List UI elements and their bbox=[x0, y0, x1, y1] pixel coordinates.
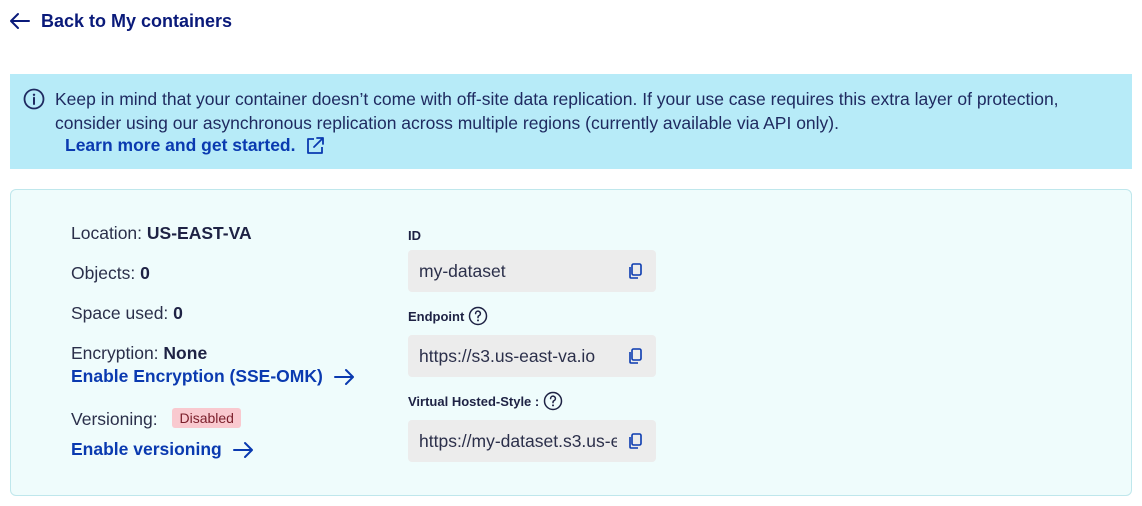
back-link-label: Back to My containers bbox=[41, 10, 233, 31]
enable-encryption-label: Enable Encryption (SSE-OMK) bbox=[71, 366, 323, 386]
id-field-label: ID bbox=[408, 228, 421, 243]
versioning-row: Versioning: Disabled bbox=[71, 408, 241, 430]
id-field: my-dataset bbox=[408, 250, 656, 292]
learn-more-link[interactable]: Learn more and get started. bbox=[65, 135, 325, 156]
info-icon bbox=[23, 88, 45, 110]
enable-versioning-label: Enable versioning bbox=[71, 439, 222, 459]
learn-more-label: Learn more and get started. bbox=[65, 135, 296, 155]
virtual-hosted-field-label: Virtual Hosted-Style : bbox=[408, 391, 563, 411]
endpoint-field-label: Endpoint bbox=[408, 306, 488, 326]
arrow-right-icon bbox=[333, 368, 354, 385]
help-icon[interactable] bbox=[468, 306, 488, 326]
versioning-label: Versioning: bbox=[71, 409, 158, 429]
enable-versioning-link[interactable]: Enable versioning bbox=[71, 439, 254, 460]
location-label: Location: bbox=[71, 223, 143, 243]
arrow-left-icon bbox=[10, 13, 30, 29]
container-details-card: Location: US-EAST-VA Objects: 0 Space us… bbox=[10, 189, 1132, 496]
replication-info-banner: Keep in mind that your container doesn’t… bbox=[10, 74, 1132, 169]
space-used-label: Space used: bbox=[71, 303, 169, 323]
copy-icon[interactable] bbox=[628, 348, 642, 364]
arrow-right-icon bbox=[232, 441, 253, 458]
endpoint-field: https://s3.us-east-va.io bbox=[408, 335, 656, 377]
id-value: my-dataset bbox=[419, 260, 506, 281]
encryption-row: Encryption: None bbox=[71, 343, 207, 364]
virtual-hosted-value: https://my-dataset.s3.us-east-va.io bbox=[419, 430, 617, 451]
versioning-status-badge: Disabled bbox=[172, 408, 241, 428]
objects-row: Objects: 0 bbox=[71, 263, 150, 284]
virtual-hosted-field: https://my-dataset.s3.us-east-va.io bbox=[408, 420, 656, 462]
endpoint-label-text: Endpoint bbox=[408, 308, 465, 324]
copy-icon[interactable] bbox=[628, 433, 642, 449]
id-label-text: ID bbox=[408, 228, 421, 243]
objects-label: Objects: bbox=[71, 263, 136, 283]
copy-icon[interactable] bbox=[628, 263, 642, 279]
space-used-value: 0 bbox=[173, 303, 183, 323]
help-icon[interactable] bbox=[543, 391, 563, 411]
location-row: Location: US-EAST-VA bbox=[71, 223, 252, 244]
encryption-value: None bbox=[163, 343, 208, 363]
encryption-label: Encryption: bbox=[71, 343, 159, 363]
external-link-icon bbox=[307, 136, 325, 154]
location-value: US-EAST-VA bbox=[146, 223, 252, 243]
objects-value: 0 bbox=[140, 263, 150, 283]
space-used-row: Space used: 0 bbox=[71, 303, 183, 324]
endpoint-value: https://s3.us-east-va.io bbox=[419, 345, 596, 366]
back-to-containers-link[interactable]: Back to My containers bbox=[9, 8, 232, 34]
virtual-hosted-label-text: Virtual Hosted-Style : bbox=[408, 393, 540, 409]
enable-encryption-link[interactable]: Enable Encryption (SSE-OMK) bbox=[71, 366, 355, 387]
banner-message: Keep in mind that your container doesn’t… bbox=[55, 89, 1059, 133]
